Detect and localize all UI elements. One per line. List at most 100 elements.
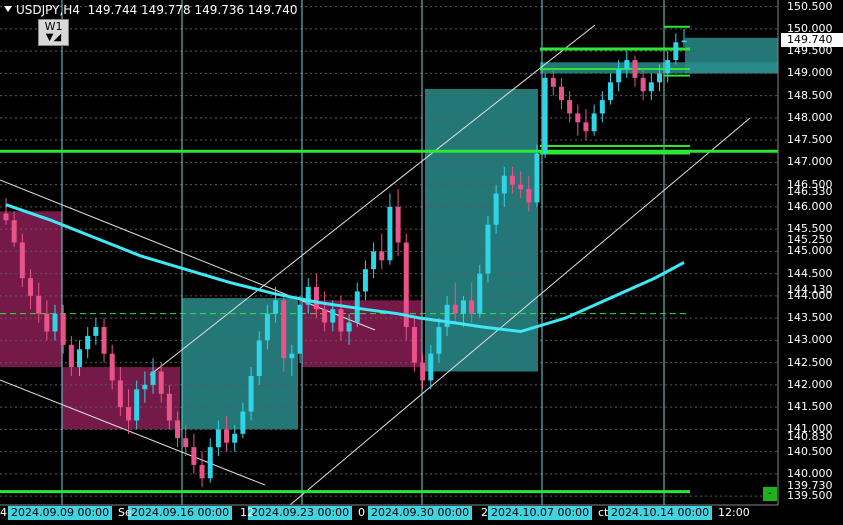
candle-body-30	[248, 375, 254, 412]
candle-body-50	[411, 327, 417, 363]
candle-body-77	[632, 60, 638, 78]
candle-body-32	[264, 313, 270, 341]
chart-header: USDJPY,H4 149.744 149.778 149.736 149.74…	[4, 3, 298, 17]
candle-body-21	[175, 420, 181, 439]
candle-body-31	[256, 340, 262, 376]
candle-body-53	[436, 327, 442, 354]
candle-body-29	[240, 411, 246, 434]
price-label-20: 140.500	[787, 444, 833, 458]
price-label-18: 141.500	[787, 400, 833, 414]
candle-body-74	[607, 82, 613, 101]
price-marker-label-1: 145.250	[787, 233, 833, 247]
time-label-2: 2024.09.23 00:00	[248, 506, 353, 520]
candle-body-0	[3, 213, 9, 221]
candle-body-19	[158, 371, 164, 394]
zone-6	[685, 37, 778, 74]
candle-body-64	[526, 189, 532, 203]
candle-body-56	[460, 300, 466, 314]
candle-body-36	[297, 304, 303, 354]
candle-body-25	[207, 447, 213, 479]
candle-body-5	[44, 313, 50, 332]
candle-body-79	[648, 82, 654, 92]
candle-body-57	[469, 300, 475, 314]
dropdown-triangle-icon[interactable]	[4, 6, 12, 12]
minus-icon[interactable]: -	[763, 487, 777, 501]
candle-body-7	[60, 313, 66, 345]
candle-body-69	[567, 100, 573, 114]
candle-body-62	[509, 175, 515, 185]
time-fragment-2: 12	[240, 506, 254, 519]
price-label-14: 143.500	[787, 311, 833, 325]
candle-body-28	[232, 433, 238, 443]
candle-body-58	[477, 273, 483, 314]
candle-body-80	[656, 73, 662, 83]
candle-body-13	[109, 353, 115, 381]
price-label-3: 149.000	[787, 66, 833, 80]
candle-body-9	[77, 349, 83, 368]
candle-body-41	[338, 309, 344, 332]
candle-body-8	[68, 344, 74, 368]
current-price-label: 149.740	[781, 33, 843, 48]
price-chart[interactable]	[0, 0, 843, 525]
time-label-5: 2024.10.14 00:00	[608, 506, 713, 520]
candle-body-1	[11, 220, 17, 243]
price-label-17: 142.000	[787, 377, 833, 391]
ohlc-values: 149.744 149.778 149.736 149.740	[87, 3, 298, 17]
candle-body-17	[142, 384, 148, 390]
time-fragment-6: 12:00	[718, 506, 750, 519]
candle-body-44	[362, 269, 368, 292]
price-marker-label-2: 144.130	[787, 283, 833, 297]
price-label-16: 142.500	[787, 355, 833, 369]
candle-body-20	[166, 393, 172, 421]
time-fragment-1: Se	[118, 506, 132, 519]
candle-body-6	[52, 313, 58, 332]
triangle-icons: ▼◢	[45, 32, 62, 43]
candle-body-76	[624, 60, 630, 69]
candle-body-22	[183, 438, 189, 448]
price-label-7: 147.000	[787, 155, 833, 169]
timeframe-button[interactable]: W1 ▼◢	[38, 19, 69, 46]
symbol-label: USDJPY,H4	[16, 3, 80, 17]
candle-body-72	[591, 113, 597, 132]
candle-body-10	[85, 335, 91, 350]
candle-body-27	[224, 429, 230, 443]
time-label-3: 2024.09.30 00:00	[368, 506, 473, 520]
candle-body-52	[428, 353, 434, 381]
candle-body-60	[493, 193, 499, 225]
candle-body-16	[134, 389, 140, 421]
candle-body-3	[28, 278, 34, 296]
candle-body-2	[19, 242, 25, 279]
price-label-0: 150.500	[787, 0, 833, 13]
candle-body-63	[518, 184, 524, 190]
time-label-0: 2024.09.09 00:00	[8, 506, 113, 520]
time-fragment-4: 2	[481, 506, 488, 519]
time-label-1: 2024.09.16 00:00	[128, 506, 233, 520]
candle-body-59	[485, 224, 491, 274]
price-label-9: 146.000	[787, 199, 833, 213]
candle-body-40	[330, 309, 336, 323]
candle-body-35	[289, 353, 295, 359]
price-marker-label-0: 146.330	[787, 185, 833, 199]
price-label-6: 147.500	[787, 133, 833, 147]
price-label-5: 148.000	[787, 110, 833, 124]
price-label-15: 143.000	[787, 333, 833, 347]
time-fragment-5: ct	[598, 506, 609, 519]
candle-body-54	[444, 304, 450, 328]
chart-window[interactable]: USDJPY,H4 149.744 149.778 149.736 149.74…	[0, 0, 843, 525]
price-label-4: 148.500	[787, 88, 833, 102]
candle-body-11	[93, 327, 99, 336]
candle-body-38	[313, 286, 319, 310]
candle-body-18	[150, 371, 156, 385]
candle-body-23	[191, 447, 197, 465]
time-fragment-0: 4	[0, 506, 7, 519]
price-marker-label-3: 140.830	[787, 429, 833, 443]
candle-body-51	[420, 362, 426, 381]
candle-body-42	[346, 322, 352, 332]
candle-body-78	[640, 77, 646, 92]
candle-body-61	[501, 175, 507, 194]
time-label-4: 2024.10.07 00:00	[488, 506, 593, 520]
price-marker-label-4: 139.730	[787, 478, 833, 492]
time-fragment-3: 0	[358, 506, 365, 519]
candle-body-47	[387, 206, 393, 261]
candle-body-73	[599, 100, 605, 114]
